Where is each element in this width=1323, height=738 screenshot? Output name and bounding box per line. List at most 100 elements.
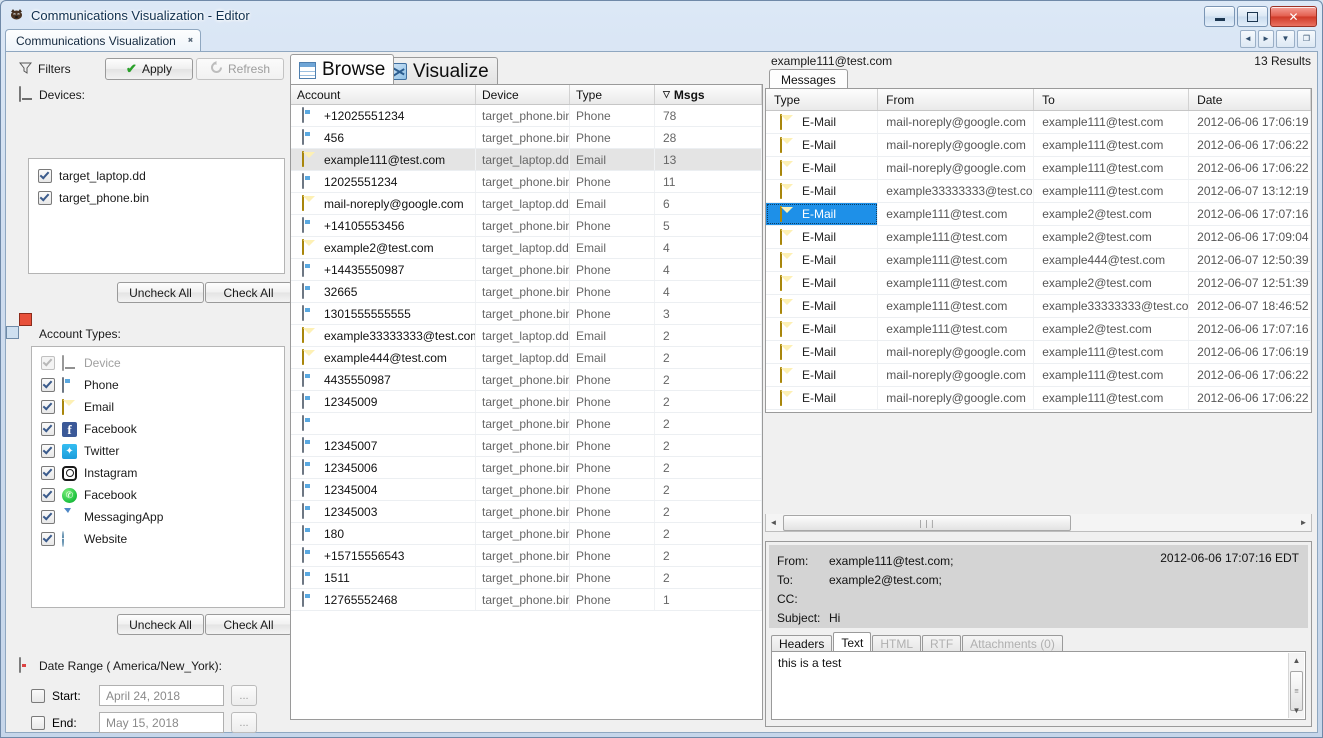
table-row[interactable]: 4435550987target_phone.binPhone2 [291, 369, 762, 391]
table-row[interactable]: example33333333@test.comtarget_laptop.dd… [291, 325, 762, 347]
start-date-picker-button[interactable]: ... [231, 685, 257, 706]
messages-table[interactable]: Type From To Date E-Mailmail-noreply@goo… [765, 89, 1312, 413]
table-row[interactable]: +12025551234target_phone.binPhone78 [291, 105, 762, 127]
column-header-type[interactable]: Type [570, 85, 655, 104]
table-row[interactable]: example111@test.comtarget_laptop.ddEmail… [291, 149, 762, 171]
end-date-input[interactable]: May 15, 2018 [99, 712, 224, 733]
message-row[interactable]: E-Mailexample111@test.comexample2@test.c… [766, 272, 1311, 295]
message-row[interactable]: E-Mailexample111@test.comexample444@test… [766, 249, 1311, 272]
message-row[interactable]: E-Mailmail-noreply@google.comexample111@… [766, 134, 1311, 157]
table-row[interactable]: 12345009target_phone.binPhone2 [291, 391, 762, 413]
tab-next-button[interactable]: ► [1258, 30, 1274, 48]
end-date-picker-button[interactable]: ... [231, 712, 257, 733]
message-row[interactable]: E-Mailmail-noreply@google.comexample111@… [766, 111, 1311, 134]
table-row[interactable]: example2@test.comtarget_laptop.ddEmail4 [291, 237, 762, 259]
account-type-row-instagram[interactable]: Instagram [32, 462, 284, 484]
checkbox-icon[interactable] [38, 191, 52, 205]
tab-prev-button[interactable]: ◄ [1240, 30, 1256, 48]
checkbox-icon[interactable] [41, 378, 55, 392]
devices-uncheck-all-button[interactable]: Uncheck All [117, 282, 204, 303]
message-row[interactable]: E-Mailexample111@test.comexample2@test.c… [766, 318, 1311, 341]
message-body-text[interactable]: this is a test ▲ ≡ ▼ [771, 651, 1306, 720]
accounts-table[interactable]: Account Device Type ▽ Msgs +12025551234t… [290, 84, 763, 720]
table-row[interactable]: example444@test.comtarget_laptop.ddEmail… [291, 347, 762, 369]
message-row[interactable]: E-Mailexample111@test.comexample33333333… [766, 295, 1311, 318]
tab-html[interactable]: HTML [872, 635, 921, 652]
column-header-from[interactable]: From [878, 89, 1034, 110]
scroll-left-arrow-icon[interactable]: ◄ [766, 514, 781, 531]
message-row[interactable]: E-Mailmail-noreply@google.comexample111@… [766, 364, 1311, 387]
device-checkbox-row[interactable]: target_phone.bin [29, 187, 284, 209]
message-row[interactable]: E-Mailmail-noreply@google.comexample111@… [766, 341, 1311, 364]
table-row[interactable]: 1511target_phone.binPhone2 [291, 567, 762, 589]
checkbox-icon[interactable] [38, 169, 52, 183]
minimize-button[interactable] [1204, 6, 1235, 27]
scroll-down-arrow-icon[interactable]: ▼ [1289, 703, 1304, 718]
table-row[interactable]: 12765552468target_phone.binPhone1 [291, 589, 762, 611]
start-date-input[interactable]: April 24, 2018 [99, 685, 224, 706]
table-row[interactable]: target_phone.binPhone2 [291, 413, 762, 435]
document-tab-close-icon[interactable]: ✖ [188, 36, 192, 46]
message-body-vertical-scrollbar[interactable]: ▲ ≡ ▼ [1288, 653, 1304, 718]
account-type-row-whatsapp[interactable]: ✆ Facebook [32, 484, 284, 506]
account-type-row-website[interactable]: Website [32, 528, 284, 550]
types-uncheck-all-button[interactable]: Uncheck All [117, 614, 204, 635]
apply-button[interactable]: ✔ Apply [105, 58, 193, 80]
tab-list-button[interactable]: ▼ [1276, 30, 1295, 48]
scrollbar-track[interactable]: ||| [781, 514, 1296, 531]
message-row[interactable]: E-Mailmail-noreply@google.comexample111@… [766, 387, 1311, 410]
tab-text[interactable]: Text [833, 632, 871, 652]
table-row[interactable]: +14435550987target_phone.binPhone4 [291, 259, 762, 281]
close-button[interactable]: ✕ [1270, 6, 1317, 27]
message-row[interactable]: E-Mailexample111@test.comexample2@test.c… [766, 226, 1311, 249]
checkbox-icon[interactable] [41, 510, 55, 524]
checkbox-icon[interactable] [41, 532, 55, 546]
maximize-button[interactable] [1237, 6, 1268, 27]
table-row[interactable]: 1301555555555target_phone.binPhone3 [291, 303, 762, 325]
scroll-right-arrow-icon[interactable]: ► [1296, 514, 1311, 531]
account-type-row-device[interactable]: Device [32, 352, 284, 374]
checkbox-icon[interactable] [41, 422, 55, 436]
column-header-type[interactable]: Type [766, 89, 878, 110]
table-row[interactable]: +15715556543target_phone.binPhone2 [291, 545, 762, 567]
checkbox-icon[interactable] [41, 488, 55, 502]
table-row[interactable]: 456target_phone.binPhone28 [291, 127, 762, 149]
scrollbar-thumb[interactable]: ||| [783, 515, 1071, 531]
start-date-checkbox[interactable] [31, 689, 45, 703]
account-type-row-twitter[interactable]: ✦ Twitter [32, 440, 284, 462]
scroll-up-arrow-icon[interactable]: ▲ [1289, 653, 1304, 668]
tab-messages[interactable]: Messages [769, 69, 848, 89]
types-check-all-button[interactable]: Check All [205, 614, 292, 635]
table-row[interactable]: 12025551234target_phone.binPhone11 [291, 171, 762, 193]
tab-browse[interactable]: Browse [290, 54, 394, 85]
tab-restore-button[interactable]: ❐ [1297, 30, 1316, 48]
device-checkbox-row[interactable]: target_laptop.dd [29, 165, 284, 187]
tab-attachments[interactable]: Attachments (0) [962, 635, 1063, 652]
tab-headers[interactable]: Headers [771, 635, 832, 652]
table-row[interactable]: 12345007target_phone.binPhone2 [291, 435, 762, 457]
table-row[interactable]: 12345006target_phone.binPhone2 [291, 457, 762, 479]
messages-horizontal-scrollbar[interactable]: ◄ ||| ► [765, 514, 1312, 532]
checkbox-icon[interactable] [41, 444, 55, 458]
account-type-row-email[interactable]: Email [32, 396, 284, 418]
devices-check-all-button[interactable]: Check All [205, 282, 292, 303]
account-type-row-messagingapp[interactable]: MessagingApp [32, 506, 284, 528]
table-row[interactable]: mail-noreply@google.comtarget_laptop.ddE… [291, 193, 762, 215]
tab-rtf[interactable]: RTF [922, 635, 961, 652]
column-header-to[interactable]: To [1034, 89, 1189, 110]
refresh-button[interactable]: Refresh [196, 58, 284, 80]
table-row[interactable]: 180target_phone.binPhone2 [291, 523, 762, 545]
table-row[interactable]: 12345004target_phone.binPhone2 [291, 479, 762, 501]
column-header-msgs[interactable]: ▽ Msgs [655, 85, 762, 104]
message-row[interactable]: E-Mailmail-noreply@google.comexample111@… [766, 157, 1311, 180]
message-row[interactable]: E-Mailexample33333333@test.comexample111… [766, 180, 1311, 203]
column-header-date[interactable]: Date [1189, 89, 1311, 110]
account-type-row-facebook[interactable]: f Facebook [32, 418, 284, 440]
account-type-row-phone[interactable]: Phone [32, 374, 284, 396]
table-row[interactable]: 32665target_phone.binPhone4 [291, 281, 762, 303]
end-date-checkbox[interactable] [31, 716, 45, 730]
tab-visualize[interactable]: Visualize [381, 57, 498, 85]
column-header-device[interactable]: Device [476, 85, 570, 104]
column-header-account[interactable]: Account [291, 85, 476, 104]
document-tab[interactable]: Communications Visualization ✖ [5, 29, 201, 51]
